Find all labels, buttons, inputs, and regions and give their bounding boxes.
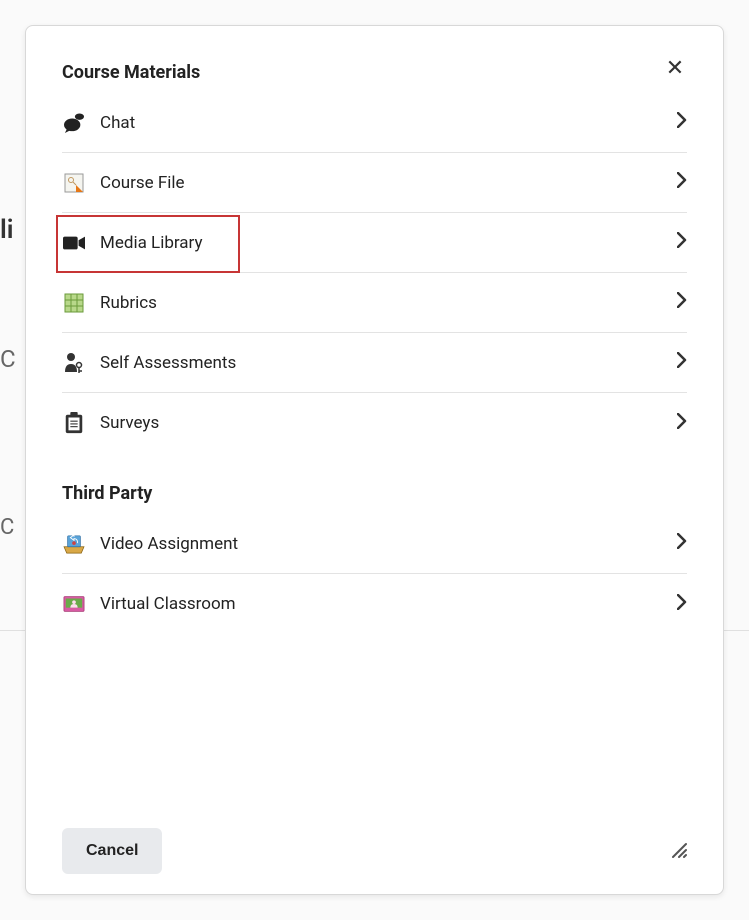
menu-label: Self Assessments	[100, 353, 677, 373]
chevron-right-icon	[677, 413, 687, 434]
cancel-button[interactable]: Cancel	[62, 828, 162, 874]
file-icon	[62, 171, 86, 195]
section-third-party: Third Party Video Assignment	[62, 483, 687, 634]
menu-label: Virtual Classroom	[100, 594, 677, 614]
chevron-right-icon	[677, 112, 687, 133]
menu-item-virtual-classroom[interactable]: Virtual Classroom	[62, 574, 687, 634]
menu-label: Surveys	[100, 413, 677, 433]
section-course-materials: Course Materials Chat	[62, 62, 687, 453]
background-text: C	[0, 345, 16, 373]
background-text: li	[0, 215, 14, 245]
chat-icon	[62, 111, 86, 135]
section-title-third-party: Third Party	[62, 483, 687, 504]
clipboard-icon	[62, 411, 86, 435]
menu-item-surveys[interactable]: Surveys	[62, 393, 687, 453]
menu-label: Course File	[100, 173, 677, 193]
chevron-right-icon	[677, 594, 687, 615]
menu-label: Media Library	[100, 233, 677, 253]
menu-item-self-assessments[interactable]: Self Assessments	[62, 333, 687, 393]
menu-item-video-assignment[interactable]: Video Assignment	[62, 514, 687, 574]
section-title-course-materials: Course Materials	[62, 62, 687, 83]
resize-handle-icon[interactable]	[669, 840, 687, 863]
add-activity-dialog: ✕ Course Materials Chat	[25, 25, 724, 895]
menu-label: Rubrics	[100, 293, 677, 313]
menu-item-course-file[interactable]: Course File	[62, 153, 687, 213]
menu-item-chat[interactable]: Chat	[62, 93, 687, 153]
menu-item-media-library[interactable]: Media Library	[62, 213, 687, 273]
chevron-right-icon	[677, 292, 687, 313]
chevron-right-icon	[677, 352, 687, 373]
background-text: C	[0, 515, 14, 540]
close-button[interactable]: ✕	[661, 54, 689, 82]
dialog-footer: Cancel	[62, 816, 687, 874]
chevron-right-icon	[677, 172, 687, 193]
chevron-right-icon	[677, 533, 687, 554]
video-assignment-icon	[62, 532, 86, 556]
person-key-icon	[62, 351, 86, 375]
menu-item-rubrics[interactable]: Rubrics	[62, 273, 687, 333]
virtual-classroom-icon	[62, 592, 86, 616]
close-icon: ✕	[666, 56, 684, 81]
menu-label: Chat	[100, 113, 677, 133]
menu-label: Video Assignment	[100, 534, 677, 554]
chevron-right-icon	[677, 232, 687, 253]
video-icon	[62, 231, 86, 255]
grid-icon	[62, 291, 86, 315]
